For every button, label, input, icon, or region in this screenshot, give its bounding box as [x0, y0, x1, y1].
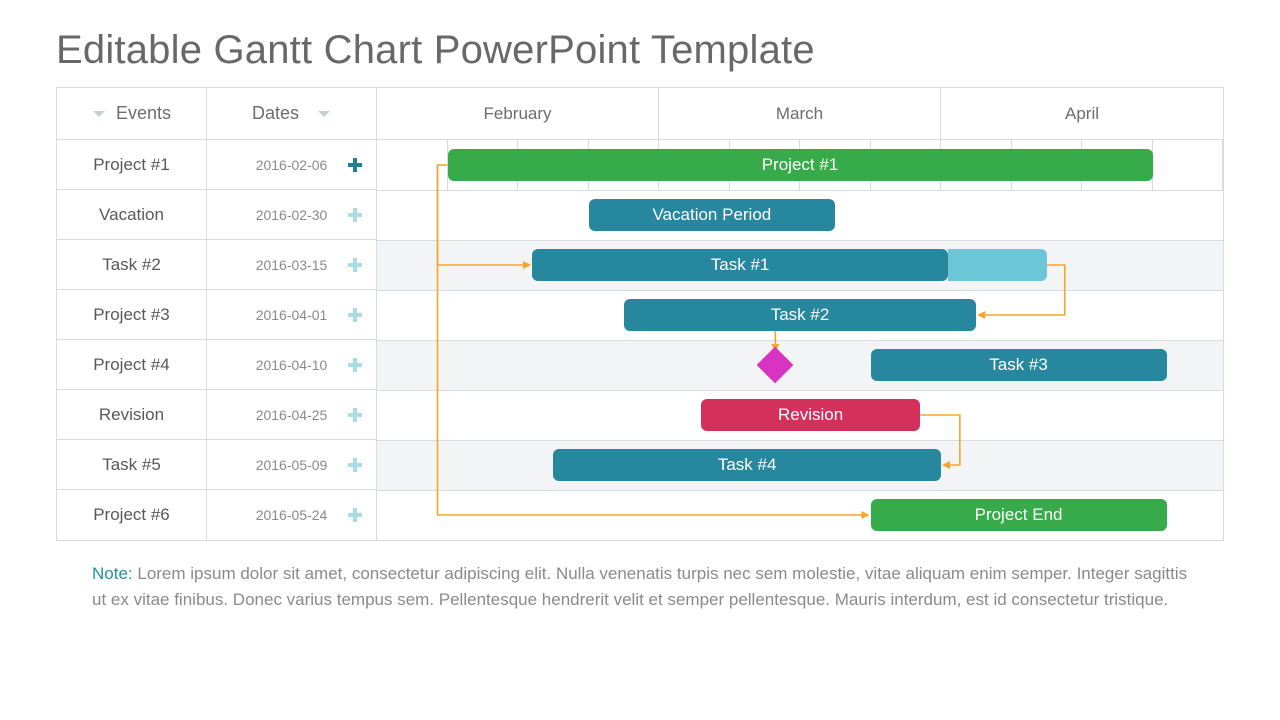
date-cell: 2016-03-15	[207, 240, 377, 289]
dates-header-label: Dates	[252, 103, 299, 124]
gantt-bar[interactable]: Task #3	[871, 349, 1167, 381]
event-cell: Project #3	[57, 290, 207, 339]
date-cell: 2016-02-06	[207, 140, 377, 189]
gantt-row: Project #12016-02-06	[57, 140, 377, 190]
event-cell: Vacation	[57, 190, 207, 239]
event-cell: Task #2	[57, 240, 207, 289]
gantt-row: Vacation2016-02-30	[57, 190, 377, 240]
page-title: Editable Gantt Chart PowerPoint Template	[56, 28, 1224, 73]
date-cell: 2016-02-30	[207, 190, 377, 239]
gantt-bar[interactable]: Project End	[871, 499, 1167, 531]
note-text: Lorem ipsum dolor sit amet, consectetur …	[92, 564, 1187, 609]
gantt-row: Project #32016-04-01	[57, 290, 377, 340]
plus-icon[interactable]	[348, 358, 362, 372]
dates-header[interactable]: Dates	[207, 88, 377, 139]
chevron-down-icon	[92, 109, 106, 119]
gantt-bar[interactable]: Task #2	[624, 299, 977, 331]
plus-icon[interactable]	[348, 208, 362, 222]
gantt-bar-remaining	[948, 249, 1047, 281]
gantt-row: Task #22016-03-15	[57, 240, 377, 290]
gantt-bars-layer: Project #1 Vacation Period Task #1 Task #2 T…	[377, 140, 1223, 540]
events-header-label: Events	[116, 103, 171, 124]
plus-icon[interactable]	[348, 458, 362, 472]
event-cell: Task #5	[57, 440, 207, 489]
events-header[interactable]: Events	[57, 88, 207, 139]
month-col: February	[377, 88, 659, 139]
plus-icon[interactable]	[348, 308, 362, 322]
footnote: Note: Lorem ipsum dolor sit amet, consec…	[56, 541, 1224, 614]
gantt-bar[interactable]: Task #4	[553, 449, 941, 481]
gantt-left-columns: Project #12016-02-06Vacation2016-02-30Ta…	[57, 140, 377, 540]
months-header: February March April	[377, 88, 1223, 139]
gantt-row: Revision2016-04-25	[57, 390, 377, 440]
event-cell: Project #6	[57, 490, 207, 540]
note-label: Note:	[92, 564, 133, 583]
date-cell: 2016-05-24	[207, 490, 377, 540]
gantt-chart: Events Dates February March April Projec…	[56, 87, 1224, 541]
event-cell: Project #1	[57, 140, 207, 189]
plus-icon[interactable]	[348, 408, 362, 422]
month-col: April	[941, 88, 1223, 139]
gantt-bar[interactable]: Task #1	[532, 249, 948, 281]
plus-icon[interactable]	[348, 158, 362, 172]
gantt-row: Task #52016-05-09	[57, 440, 377, 490]
gantt-bar[interactable]: Vacation Period	[589, 199, 836, 231]
gantt-row: Project #62016-05-24	[57, 490, 377, 540]
plus-icon[interactable]	[348, 508, 362, 522]
event-cell: Project #4	[57, 340, 207, 389]
date-cell: 2016-04-25	[207, 390, 377, 439]
slide: Editable Gantt Chart PowerPoint Template…	[0, 0, 1280, 614]
date-cell: 2016-04-01	[207, 290, 377, 339]
gantt-row: Project #42016-04-10	[57, 340, 377, 390]
plus-icon[interactable]	[348, 258, 362, 272]
date-cell: 2016-04-10	[207, 340, 377, 389]
chevron-down-icon	[317, 109, 331, 119]
month-col: March	[659, 88, 941, 139]
gantt-bar[interactable]: Revision	[701, 399, 920, 431]
event-cell: Revision	[57, 390, 207, 439]
gantt-bar[interactable]: Project #1	[448, 149, 1153, 181]
gantt-header-row: Events Dates February March April	[57, 88, 1223, 140]
date-cell: 2016-05-09	[207, 440, 377, 489]
